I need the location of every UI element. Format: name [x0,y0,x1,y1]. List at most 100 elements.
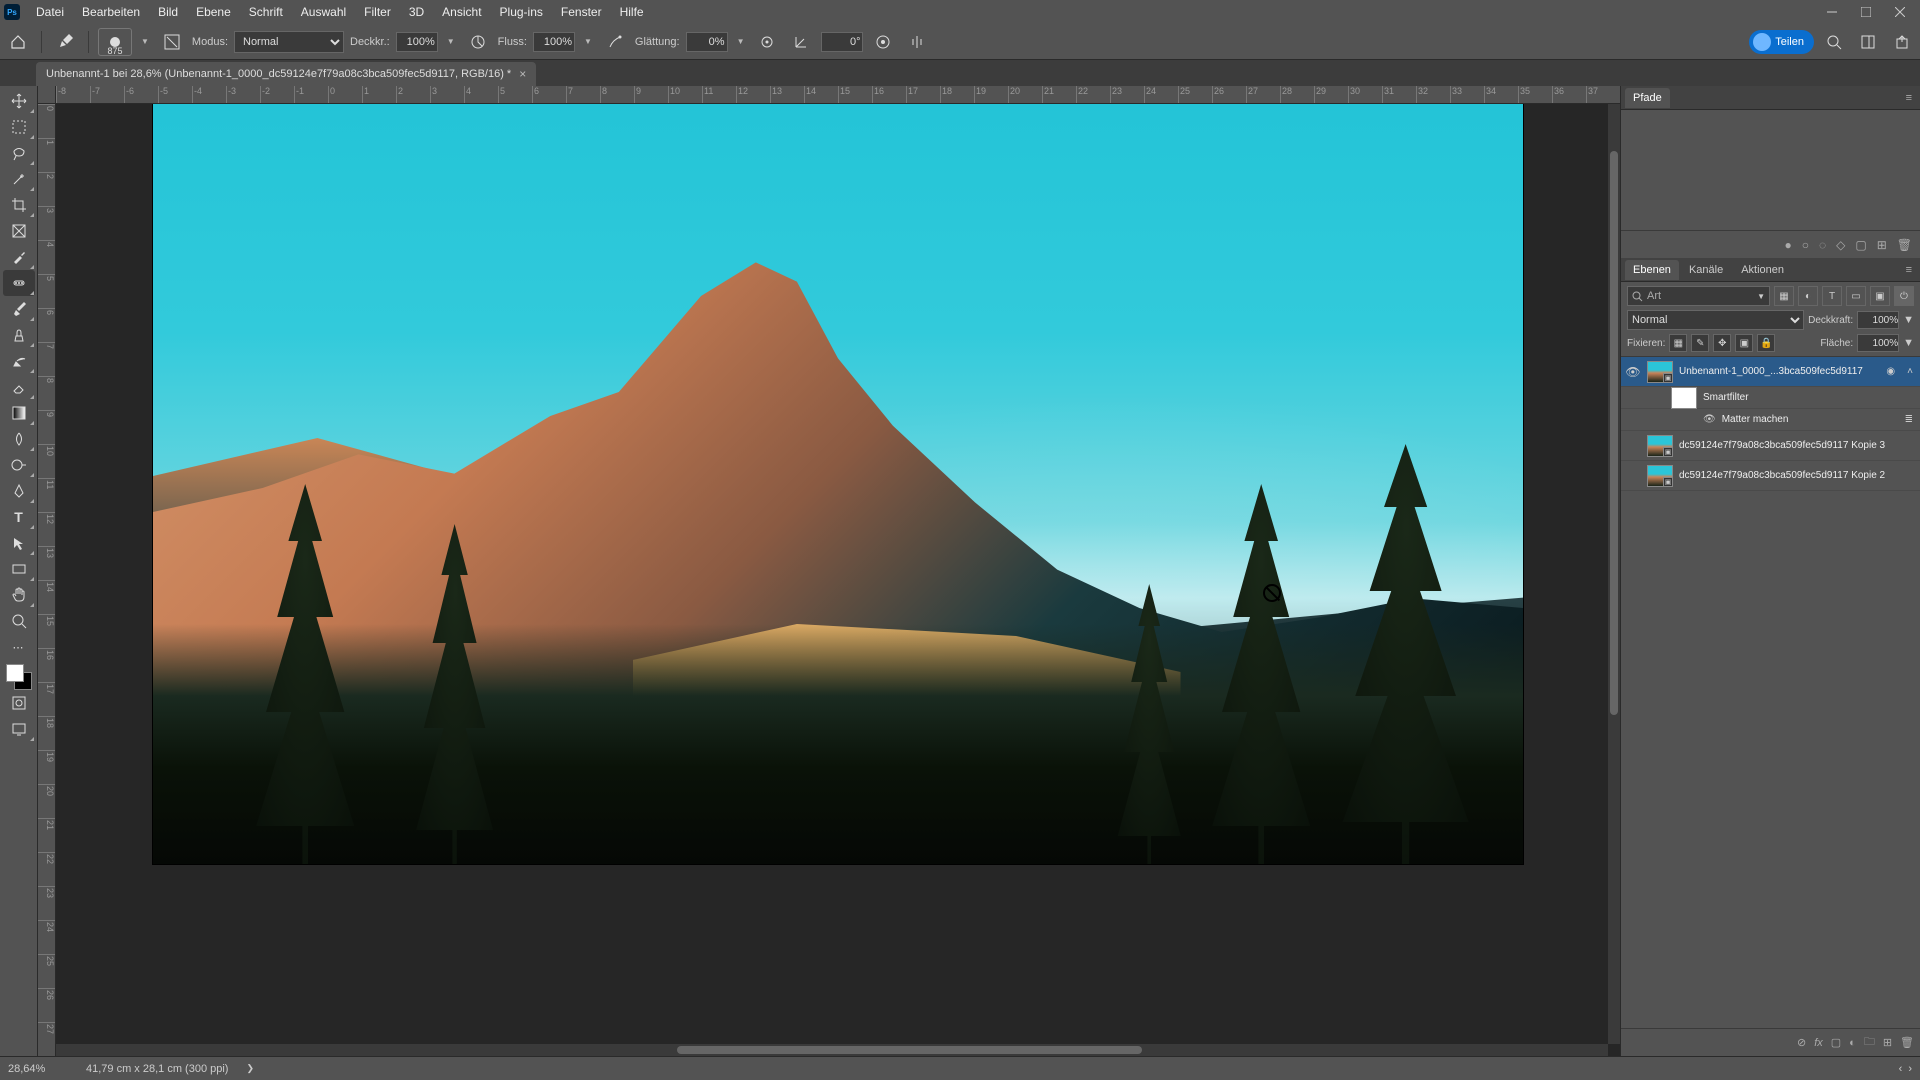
rectangle-tool[interactable] [3,556,35,582]
layer-blend-mode-select[interactable]: Normal [1627,310,1804,330]
fill-path-icon[interactable]: ● [1784,238,1791,252]
document-tab[interactable]: Unbenannt-1 bei 28,6% (Unbenannt-1_0000_… [36,62,536,86]
layer-thumbnail[interactable] [1671,387,1697,409]
menu-auswahl[interactable]: Auswahl [293,2,354,22]
next-doc-icon[interactable]: › [1908,1063,1912,1075]
menu-fenster[interactable]: Fenster [553,2,610,22]
layer-name[interactable]: dc59124e7f79a08c3bca509fec5d9117 Kopie 3 [1679,440,1916,451]
home-button[interactable] [4,28,32,56]
export-button[interactable] [1888,28,1916,56]
window-close-button[interactable] [1884,2,1916,22]
pressure-size-button[interactable] [869,28,897,56]
layer-opacity-input[interactable] [1857,311,1899,329]
hand-tool[interactable] [3,582,35,608]
history-brush-tool[interactable] [3,348,35,374]
pen-tool[interactable] [3,478,35,504]
new-path-icon[interactable]: ⊞ [1877,238,1887,252]
crop-tool[interactable] [3,192,35,218]
airbrush-button[interactable] [601,28,629,56]
menu-ebene[interactable]: Ebene [188,2,239,22]
document-tab-close-icon[interactable]: × [519,67,526,81]
layer-fill-input[interactable] [1857,334,1899,352]
layer-filter-field[interactable]: Art ▼ [1627,286,1770,306]
layer-row[interactable]: Smartfilter [1621,387,1920,409]
add-mask-icon[interactable]: ▢ [1855,238,1866,252]
new-layer-icon[interactable]: ⊞ [1883,1036,1892,1049]
paths-panel-menu-icon[interactable]: ≡ [1902,90,1916,106]
layer-fx-icon[interactable]: fx [1814,1037,1823,1049]
lasso-tool[interactable] [3,140,35,166]
layer-row[interactable]: ▣ dc59124e7f79a08c3bca509fec5d9117 Kopie … [1621,431,1920,461]
dodge-tool[interactable] [3,452,35,478]
frame-tool[interactable] [3,218,35,244]
filter-shape-icon[interactable]: ▭ [1846,286,1866,306]
quick-mask-button[interactable] [3,690,35,716]
channels-tab[interactable]: Kanäle [1681,260,1731,280]
layer-expand-icon[interactable]: ˄ [1904,366,1916,377]
menu-hilfe[interactable]: Hilfe [612,2,652,22]
flow-chevron-icon[interactable]: ▼ [581,37,595,46]
layer-name[interactable]: Matter machen [1722,414,1896,425]
lock-position-icon[interactable]: ✥ [1713,334,1731,352]
foreground-color-swatch[interactable] [6,664,24,682]
screen-mode-button[interactable] [3,716,35,742]
path-to-selection-icon[interactable]: ◌ [1819,238,1826,252]
menu-ansicht[interactable]: Ansicht [434,2,489,22]
prev-doc-icon[interactable]: ‹ [1899,1063,1903,1075]
angle-input[interactable] [821,32,863,52]
layer-row[interactable]: 👁Matter machen≣ [1621,409,1920,431]
horizontal-ruler[interactable]: -8-7-6-5-4-3-2-1012345678910111213141516… [56,86,1620,104]
filter-pixel-icon[interactable]: ▦ [1774,286,1794,306]
workspace-button[interactable] [1854,28,1882,56]
paths-tab[interactable]: Pfade [1625,88,1670,108]
filter-toggle-icon[interactable]: ⏻ [1894,286,1914,306]
layer-thumbnail[interactable]: ▣ [1647,361,1673,383]
clone-stamp-tool[interactable] [3,322,35,348]
color-swatches[interactable] [6,664,32,690]
share-button[interactable]: Teilen [1749,30,1814,54]
smartfilter-visibility-icon[interactable]: 👁 [1703,414,1716,425]
search-button[interactable] [1820,28,1848,56]
blur-tool[interactable] [3,426,35,452]
new-adjustment-icon[interactable]: ◐ [1849,1037,1856,1049]
window-maximize-button[interactable] [1850,2,1882,22]
flow-input[interactable] [533,32,575,52]
filter-type-icon[interactable]: T [1822,286,1842,306]
layers-tab[interactable]: Ebenen [1625,260,1679,280]
brush-tool[interactable] [3,296,35,322]
canvas-scrollbar-horizontal[interactable] [56,1044,1608,1056]
document-canvas[interactable] [153,104,1523,864]
menu-datei[interactable]: Datei [28,2,72,22]
link-layers-icon[interactable]: ⊘ [1797,1036,1806,1049]
actions-tab[interactable]: Aktionen [1733,260,1792,280]
layer-thumbnail[interactable]: ▣ [1647,435,1673,457]
delete-layer-icon[interactable]: 🗑 [1900,1036,1914,1049]
ruler-origin[interactable] [38,86,56,104]
vertical-ruler[interactable]: 0123456789101112131415161718192021222324… [38,104,56,1056]
layer-name[interactable]: Unbenannt-1_0000_...3bca509fec5d9117 [1679,366,1877,377]
menu-plugins[interactable]: Plug-ins [492,2,551,22]
layer-name[interactable]: dc59124e7f79a08c3bca509fec5d9117 Kopie 2 [1679,470,1916,481]
canvas-scrollbar-vertical[interactable] [1608,104,1620,1044]
window-minimize-button[interactable] [1816,2,1848,22]
menu-schrift[interactable]: Schrift [241,2,291,22]
docinfo-chevron-icon[interactable]: ❯ [246,1063,254,1074]
layer-thumbnail[interactable]: ▣ [1647,465,1673,487]
new-group-icon[interactable]: 🗀 [1864,1033,1875,1052]
angle-icon[interactable] [787,28,815,56]
lock-all-icon[interactable]: 🔒 [1757,334,1775,352]
menu-3d[interactable]: 3D [401,2,432,22]
brush-settings-button[interactable] [158,28,186,56]
healing-brush-tool[interactable] [3,270,35,296]
layer-opacity-chevron-icon[interactable]: ▼ [1903,314,1914,326]
layer-filter-chevron-icon[interactable]: ▼ [1757,292,1765,301]
menu-filter[interactable]: Filter [356,2,399,22]
add-mask-button-icon[interactable]: ▢ [1831,1036,1841,1049]
lock-transparent-icon[interactable]: ▦ [1669,334,1687,352]
move-tool[interactable] [3,88,35,114]
opacity-input[interactable] [396,32,438,52]
edit-toolbar-button[interactable]: ⋯ [3,634,35,660]
selection-to-path-icon[interactable]: ◇ [1836,238,1845,252]
stroke-path-icon[interactable]: ○ [1802,238,1809,252]
opacity-chevron-icon[interactable]: ▼ [444,37,458,46]
